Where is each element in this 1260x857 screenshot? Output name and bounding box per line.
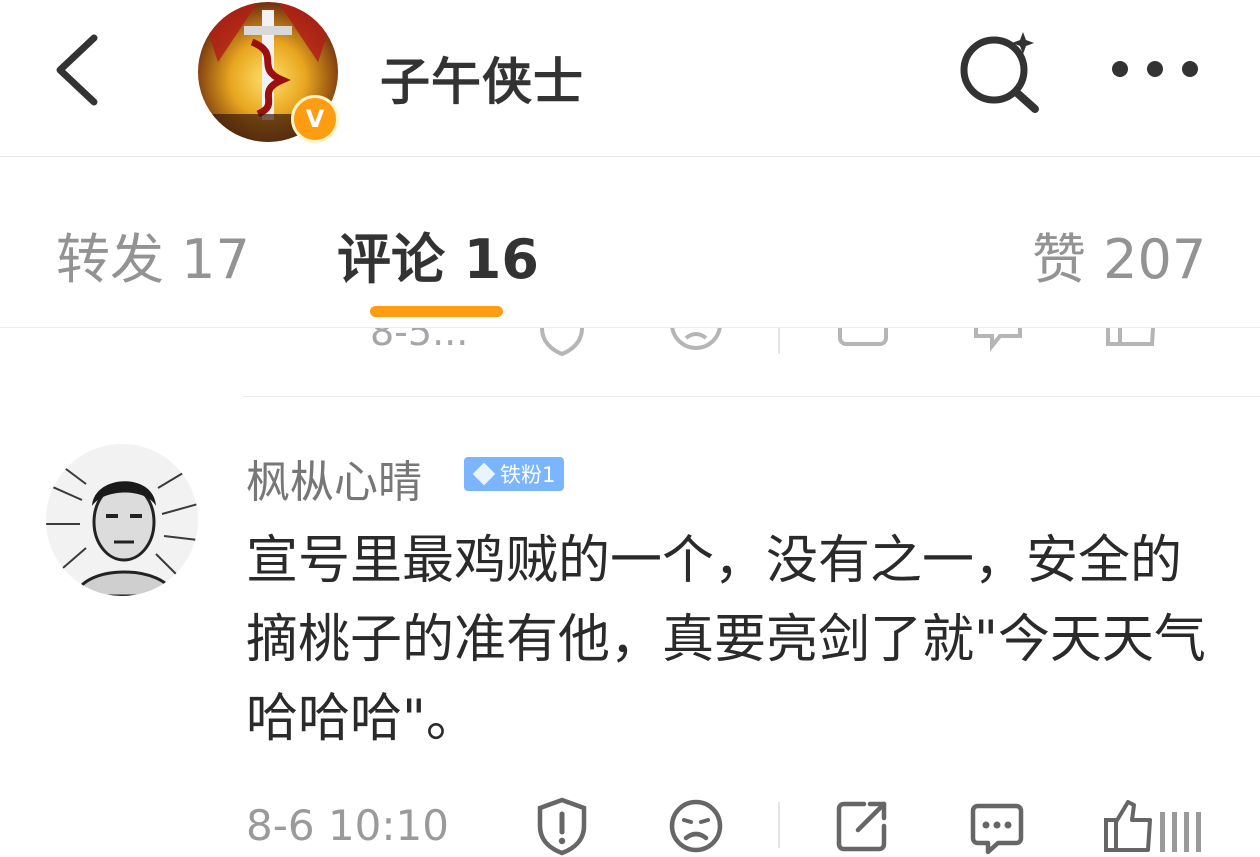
- active-tab-indicator: [370, 306, 503, 317]
- report-icon[interactable]: [534, 796, 590, 856]
- verified-badge: V: [291, 95, 339, 143]
- search-sparkle-icon: [960, 32, 1039, 113]
- like-icon[interactable]: [1100, 796, 1212, 856]
- previous-comment-footer: 8-5...: [0, 328, 1260, 358]
- comment-divider: [243, 396, 1260, 397]
- share-icon[interactable]: [834, 798, 890, 854]
- dislike-icon[interactable]: [668, 798, 724, 854]
- more-dots-icon: [1112, 61, 1198, 77]
- commenter-avatar[interactable]: [46, 444, 198, 596]
- back-arrow-icon: [56, 34, 98, 106]
- dislike-icon[interactable]: [668, 328, 724, 354]
- action-separator: [778, 802, 780, 848]
- tab-bar: 转发 17 评论 16 赞 207: [0, 157, 1260, 327]
- reply-icon[interactable]: [970, 328, 1026, 354]
- top-bar: V 子午侠士: [0, 0, 1260, 156]
- reply-icon[interactable]: [968, 800, 1026, 856]
- action-separator: [778, 328, 780, 354]
- more-options-button[interactable]: [1105, 46, 1205, 92]
- tab-comments[interactable]: 评论 16: [337, 215, 539, 294]
- comment-text: 宣号里最鸡贼的一个，没有之一，安全的摘桃子的准有他，真要亮剑了就"今天天气哈哈哈…: [246, 531, 1206, 749]
- page-title: 子午侠士: [380, 53, 584, 111]
- commenter-name[interactable]: 枫枞心晴: [246, 446, 422, 510]
- like-icon[interactable]: [1104, 328, 1158, 354]
- comment-time: 8-6 10:10: [246, 801, 449, 850]
- report-icon[interactable]: [536, 328, 588, 358]
- diamond-icon: [472, 462, 496, 486]
- share-icon[interactable]: [836, 328, 890, 354]
- tab-likes[interactable]: 赞 207: [1032, 215, 1206, 294]
- search-button[interactable]: [955, 26, 1045, 116]
- fan-badge-label: 铁粉1: [500, 463, 556, 487]
- fan-level-badge: 铁粉1: [464, 457, 564, 491]
- tab-reposts[interactable]: 转发 17: [56, 215, 250, 294]
- back-button[interactable]: [50, 30, 110, 110]
- previous-comment-time: 8-5...: [370, 328, 469, 354]
